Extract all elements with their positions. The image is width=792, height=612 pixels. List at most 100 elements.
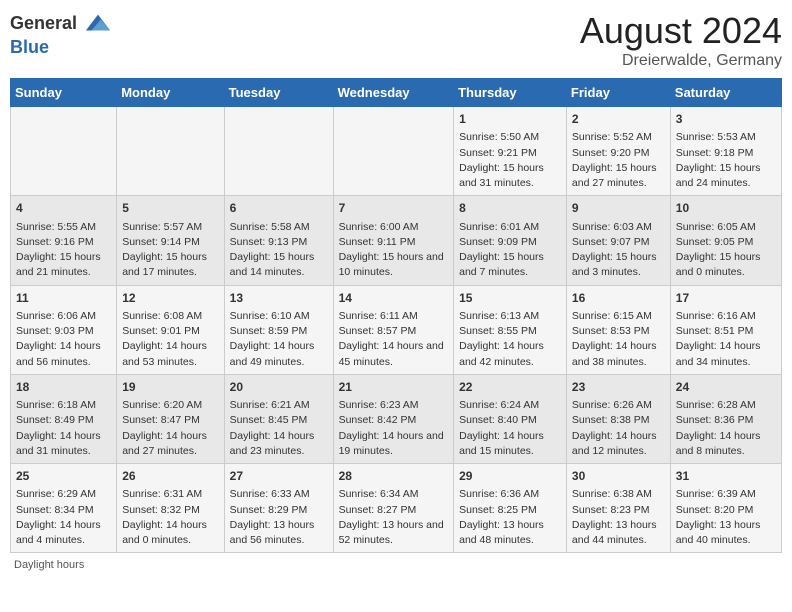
sunrise-text: Sunrise: 6:15 AM bbox=[572, 309, 665, 324]
calendar-cell: 8Sunrise: 6:01 AMSunset: 9:09 PMDaylight… bbox=[454, 196, 567, 285]
calendar-week-5: 25Sunrise: 6:29 AMSunset: 8:34 PMDayligh… bbox=[11, 464, 782, 553]
daylight-text: Daylight: 14 hours and 8 minutes. bbox=[676, 429, 776, 459]
sunrise-text: Sunrise: 6:39 AM bbox=[676, 487, 776, 502]
sunset-text: Sunset: 9:21 PM bbox=[459, 146, 561, 161]
calendar-cell: 20Sunrise: 6:21 AMSunset: 8:45 PMDayligh… bbox=[224, 374, 333, 463]
calendar-cell: 24Sunrise: 6:28 AMSunset: 8:36 PMDayligh… bbox=[670, 374, 781, 463]
calendar-cell: 2Sunrise: 5:52 AMSunset: 9:20 PMDaylight… bbox=[566, 107, 670, 196]
sunset-text: Sunset: 9:16 PM bbox=[16, 235, 111, 250]
calendar-cell: 4Sunrise: 5:55 AMSunset: 9:16 PMDaylight… bbox=[11, 196, 117, 285]
day-number: 4 bbox=[16, 200, 111, 217]
sunset-text: Sunset: 8:59 PM bbox=[230, 324, 328, 339]
sunset-text: Sunset: 9:03 PM bbox=[16, 324, 111, 339]
daylight-text: Daylight: 14 hours and 23 minutes. bbox=[230, 429, 328, 459]
calendar-cell: 22Sunrise: 6:24 AMSunset: 8:40 PMDayligh… bbox=[454, 374, 567, 463]
day-number: 2 bbox=[572, 111, 665, 128]
month-title: August 2024 bbox=[580, 10, 782, 52]
day-number: 5 bbox=[122, 200, 218, 217]
calendar-cell: 12Sunrise: 6:08 AMSunset: 9:01 PMDayligh… bbox=[117, 285, 224, 374]
calendar-cell: 23Sunrise: 6:26 AMSunset: 8:38 PMDayligh… bbox=[566, 374, 670, 463]
calendar-cell: 1Sunrise: 5:50 AMSunset: 9:21 PMDaylight… bbox=[454, 107, 567, 196]
daylight-text: Daylight: 14 hours and 42 minutes. bbox=[459, 339, 561, 369]
sunrise-text: Sunrise: 5:58 AM bbox=[230, 220, 328, 235]
day-number: 3 bbox=[676, 111, 776, 128]
daylight-text: Daylight: 13 hours and 52 minutes. bbox=[339, 518, 449, 548]
day-number: 29 bbox=[459, 468, 561, 485]
day-number: 6 bbox=[230, 200, 328, 217]
sunrise-text: Sunrise: 6:11 AM bbox=[339, 309, 449, 324]
calendar-cell: 19Sunrise: 6:20 AMSunset: 8:47 PMDayligh… bbox=[117, 374, 224, 463]
sunrise-text: Sunrise: 6:20 AM bbox=[122, 398, 218, 413]
daylight-text: Daylight: 14 hours and 19 minutes. bbox=[339, 429, 449, 459]
sunset-text: Sunset: 9:18 PM bbox=[676, 146, 776, 161]
day-number: 21 bbox=[339, 379, 449, 396]
daylight-text: Daylight: 15 hours and 17 minutes. bbox=[122, 250, 218, 280]
calendar-cell: 9Sunrise: 6:03 AMSunset: 9:07 PMDaylight… bbox=[566, 196, 670, 285]
sunset-text: Sunset: 9:09 PM bbox=[459, 235, 561, 250]
sunset-text: Sunset: 8:47 PM bbox=[122, 413, 218, 428]
sunset-text: Sunset: 8:55 PM bbox=[459, 324, 561, 339]
sunset-text: Sunset: 8:40 PM bbox=[459, 413, 561, 428]
sunrise-text: Sunrise: 5:50 AM bbox=[459, 130, 561, 145]
sunset-text: Sunset: 8:49 PM bbox=[16, 413, 111, 428]
sunset-text: Sunset: 9:05 PM bbox=[676, 235, 776, 250]
day-number: 31 bbox=[676, 468, 776, 485]
sunset-text: Sunset: 9:13 PM bbox=[230, 235, 328, 250]
calendar-cell: 13Sunrise: 6:10 AMSunset: 8:59 PMDayligh… bbox=[224, 285, 333, 374]
calendar-cell bbox=[117, 107, 224, 196]
sunrise-text: Sunrise: 5:55 AM bbox=[16, 220, 111, 235]
day-number: 30 bbox=[572, 468, 665, 485]
sunrise-text: Sunrise: 5:53 AM bbox=[676, 130, 776, 145]
calendar-cell: 18Sunrise: 6:18 AMSunset: 8:49 PMDayligh… bbox=[11, 374, 117, 463]
daylight-text: Daylight: 14 hours and 53 minutes. bbox=[122, 339, 218, 369]
daylight-text: Daylight: 15 hours and 14 minutes. bbox=[230, 250, 328, 280]
calendar-cell: 17Sunrise: 6:16 AMSunset: 8:51 PMDayligh… bbox=[670, 285, 781, 374]
calendar-cell: 30 Sunrise: 6:38 AMSunset: 8:23 PMDayligh… bbox=[566, 464, 670, 553]
sunrise-text: Sunrise: 6:06 AM bbox=[16, 309, 111, 324]
page-header: General Blue August 2024 Dreierwalde, Ge… bbox=[10, 10, 782, 70]
calendar-week-2: 4 Sunrise: 5:55 AMSunset: 9:16 PM Daylight… bbox=[11, 196, 782, 285]
day-number: 26 bbox=[122, 468, 218, 485]
day-number: 10 bbox=[676, 200, 776, 217]
daylight-text: Daylight: 15 hours and 7 minutes. bbox=[459, 250, 561, 280]
calendar-cell: 14Sunrise: 6:11 AMSunset: 8:57 PMDayligh… bbox=[333, 285, 454, 374]
day-number: 12 bbox=[122, 290, 218, 307]
calendar-header: SundayMondayTuesdayWednesdayThursdayFrid… bbox=[11, 79, 782, 107]
daylight-text: Daylight: 15 hours and 0 minutes. bbox=[676, 250, 776, 280]
daylight-text: Daylight: 14 hours and 34 minutes. bbox=[676, 339, 776, 369]
day-number: 7 bbox=[339, 200, 449, 217]
sunset-text: Sunset: 8:51 PM bbox=[676, 324, 776, 339]
sunrise-text: Sunrise: 6:36 AM bbox=[459, 487, 561, 502]
sunset-text: Sunset: 9:07 PM bbox=[572, 235, 665, 250]
title-block: August 2024 Dreierwalde, Germany bbox=[580, 10, 782, 70]
daylight-text: Daylight: 14 hours and 31 minutes. bbox=[16, 429, 111, 459]
daylight-text: Daylight: 14 hours and 45 minutes. bbox=[339, 339, 449, 369]
day-number: 22 bbox=[459, 379, 561, 396]
calendar-cell bbox=[11, 107, 117, 196]
day-number: 20 bbox=[230, 379, 328, 396]
sunset-text: Sunset: 8:57 PM bbox=[339, 324, 449, 339]
calendar-cell: 31Sunrise: 6:39 AMSunset: 8:20 PMDayligh… bbox=[670, 464, 781, 553]
sunrise-text: Sunrise: 6:08 AM bbox=[122, 309, 218, 324]
daylight-text: Daylight: 14 hours and 56 minutes. bbox=[16, 339, 111, 369]
sunset-text: Sunset: 8:25 PM bbox=[459, 503, 561, 518]
daylight-text: Daylight: 13 hours and 44 minutes. bbox=[572, 518, 665, 548]
sunset-text: Sunset: 8:27 PM bbox=[339, 503, 449, 518]
calendar-cell bbox=[224, 107, 333, 196]
sunrise-text: Sunrise: 6:26 AM bbox=[572, 398, 665, 413]
sunrise-text: Sunrise: 6:31 AM bbox=[122, 487, 218, 502]
calendar-cell: 29Sunrise: 6:36 AMSunset: 8:25 PMDayligh… bbox=[454, 464, 567, 553]
calendar-cell: 16 Sunrise: 6:15 AMSunset: 8:53 PMDayligh… bbox=[566, 285, 670, 374]
sunset-text: Sunset: 8:20 PM bbox=[676, 503, 776, 518]
sunset-text: Sunset: 8:23 PM bbox=[572, 503, 665, 518]
sunrise-text: Sunrise: 6:29 AM bbox=[16, 487, 111, 502]
calendar-cell: 28Sunrise: 6:34 AMSunset: 8:27 PMDayligh… bbox=[333, 464, 454, 553]
logo-blue: Blue bbox=[10, 37, 49, 57]
calendar-week-1: 1Sunrise: 5:50 AMSunset: 9:21 PMDaylight… bbox=[11, 107, 782, 196]
sunset-text: Sunset: 8:53 PM bbox=[572, 324, 665, 339]
day-number: 15 bbox=[459, 290, 561, 307]
daylight-text: Daylight: 14 hours and 38 minutes. bbox=[572, 339, 665, 369]
sunrise-text: Sunrise: 6:38 AM bbox=[572, 487, 665, 502]
day-number: 16 bbox=[572, 290, 665, 307]
day-number: 8 bbox=[459, 200, 561, 217]
